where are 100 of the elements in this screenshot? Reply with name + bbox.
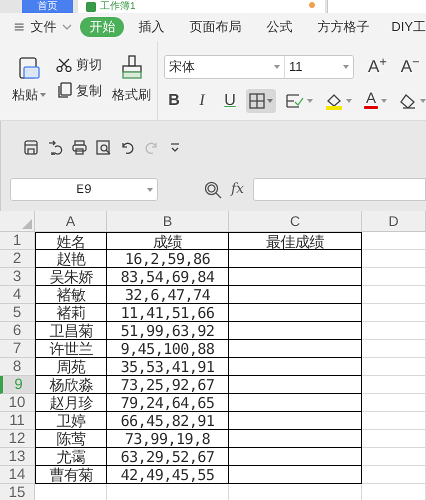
spreadsheet-icon bbox=[86, 2, 96, 12]
empty-cell bbox=[362, 430, 426, 448]
file-menu[interactable]: 文件 bbox=[30, 17, 72, 37]
clear-button[interactable] bbox=[399, 92, 426, 108]
empty-cell bbox=[362, 412, 426, 430]
table-cell: 杨欣淼 bbox=[35, 376, 107, 394]
row-header[interactable]: 8 bbox=[0, 358, 35, 376]
borders-button[interactable] bbox=[246, 88, 276, 112]
empty-cell bbox=[362, 394, 426, 412]
document-tab[interactable]: 工作簿1 bbox=[78, 0, 325, 13]
ribbon-tab[interactable]: 插入 bbox=[138, 17, 164, 37]
format-painter-button[interactable]: 格式刷 bbox=[112, 55, 151, 120]
italic-button[interactable]: I bbox=[192, 88, 212, 112]
table-cell: 79,24,64,65 bbox=[107, 394, 229, 412]
save-icon[interactable] bbox=[24, 140, 39, 154]
empty-cell bbox=[362, 340, 426, 358]
row-header[interactable]: 2 bbox=[0, 250, 35, 268]
cut-button[interactable]: 剪切 bbox=[56, 55, 102, 74]
caret-icon bbox=[147, 188, 153, 192]
row-header[interactable]: 14 bbox=[0, 466, 35, 484]
empty-cell bbox=[362, 376, 426, 394]
table-cell: 66,45,82,91 bbox=[107, 412, 229, 430]
caret-icon bbox=[381, 98, 387, 102]
ribbon-tab[interactable]: 方方格子 bbox=[317, 17, 370, 37]
paint-bucket-icon bbox=[325, 92, 343, 110]
font-color-button[interactable]: A bbox=[364, 92, 387, 109]
row-header[interactable]: 6 bbox=[0, 322, 35, 340]
eraser-icon bbox=[399, 92, 417, 108]
row-header[interactable]: 13 bbox=[0, 448, 35, 466]
table-cell: 73,99,19,8 bbox=[107, 430, 229, 448]
table-cell: 卫昌菊 bbox=[35, 322, 107, 340]
table-cell: 73,25,92,67 bbox=[107, 376, 229, 394]
column-header[interactable]: C bbox=[229, 211, 362, 232]
empty-cell bbox=[362, 286, 426, 304]
scissors-icon bbox=[56, 58, 72, 72]
formula-field[interactable] bbox=[253, 178, 426, 201]
table-cell: 曹有菊 bbox=[35, 466, 107, 484]
menu-icon[interactable] bbox=[14, 21, 24, 33]
bold-button[interactable]: B bbox=[164, 88, 184, 112]
row-header[interactable]: 10 bbox=[0, 394, 35, 412]
empty-cell bbox=[362, 358, 426, 376]
table-cell: 35,53,41,91 bbox=[107, 358, 229, 376]
empty-cell bbox=[362, 448, 426, 466]
export-icon[interactable] bbox=[48, 140, 63, 154]
table-cell: 褚莉 bbox=[35, 304, 107, 322]
empty-cell bbox=[362, 268, 426, 286]
document-tab[interactable]: 首页 bbox=[22, 0, 73, 13]
brush-icon bbox=[120, 55, 142, 79]
empty-cell bbox=[362, 466, 426, 484]
undo-icon[interactable] bbox=[120, 140, 135, 154]
row-header[interactable]: 11 bbox=[0, 412, 35, 430]
empty-cell bbox=[362, 322, 426, 340]
table-cell: 成绩 bbox=[107, 232, 229, 250]
ribbon-tab[interactable]: 页面布局 bbox=[189, 17, 242, 37]
caret-icon bbox=[420, 98, 426, 102]
table-cell: 赵艳 bbox=[35, 250, 107, 268]
print-preview-icon[interactable] bbox=[96, 140, 111, 154]
column-header[interactable]: A bbox=[35, 211, 107, 232]
row-header[interactable]: 4 bbox=[0, 286, 35, 304]
column-header[interactable]: B bbox=[107, 211, 229, 232]
table-cell: 周苑 bbox=[35, 358, 107, 376]
table-cell: 尤霭 bbox=[35, 448, 107, 466]
row-header[interactable]: 5 bbox=[0, 304, 35, 322]
table-check-icon bbox=[286, 92, 304, 108]
grow-font-button[interactable]: A$^{+}$ bbox=[368, 54, 387, 80]
ribbon-tab[interactable]: DIY工 bbox=[391, 17, 426, 37]
caret-icon bbox=[307, 98, 313, 102]
table-cell: 赵月珍 bbox=[35, 394, 107, 412]
table-cell: 褚敏 bbox=[35, 286, 107, 304]
table-cell: 许世兰 bbox=[35, 340, 107, 358]
caret-icon bbox=[346, 98, 352, 102]
empty-cell bbox=[362, 232, 426, 250]
table-cell: 最佳成绩 bbox=[229, 232, 362, 250]
ribbon-tab[interactable]: 公式 bbox=[266, 17, 292, 37]
copy-button[interactable]: 复制 bbox=[56, 80, 102, 100]
underline-button[interactable]: U bbox=[220, 88, 240, 112]
paste-button[interactable]: 粘贴 bbox=[12, 55, 46, 120]
table-cell: 陈莺 bbox=[35, 430, 107, 448]
table-cell: 9,45,100,88 bbox=[107, 340, 229, 358]
row-header[interactable]: 7 bbox=[0, 340, 35, 358]
name-box[interactable]: E9 bbox=[10, 178, 158, 201]
zoom-icon[interactable] bbox=[204, 180, 222, 198]
row-header[interactable]: 1 bbox=[0, 232, 35, 250]
clipboard-icon bbox=[17, 55, 41, 81]
table-cell: 51,99,63,92 bbox=[107, 322, 229, 340]
row-header[interactable]: 3 bbox=[0, 268, 35, 286]
printer-icon[interactable] bbox=[72, 140, 87, 154]
table-cell: 姓名 bbox=[35, 232, 107, 250]
row-header[interactable]: 15 bbox=[0, 484, 35, 500]
table-cell: 卫婷 bbox=[35, 412, 107, 430]
function-label[interactable]: fx bbox=[231, 179, 244, 200]
column-header[interactable]: D bbox=[362, 211, 426, 232]
shrink-font-button[interactable]: A$^{−}$ bbox=[400, 54, 420, 80]
fill-color-button[interactable] bbox=[325, 92, 352, 110]
empty-cell bbox=[362, 250, 426, 268]
conditional-format-button[interactable] bbox=[286, 92, 313, 108]
row-header[interactable]: 12 bbox=[0, 430, 35, 448]
color-bar bbox=[364, 106, 378, 109]
copy-icon bbox=[56, 82, 72, 98]
table-cell: 11,41,51,66 bbox=[107, 304, 229, 322]
